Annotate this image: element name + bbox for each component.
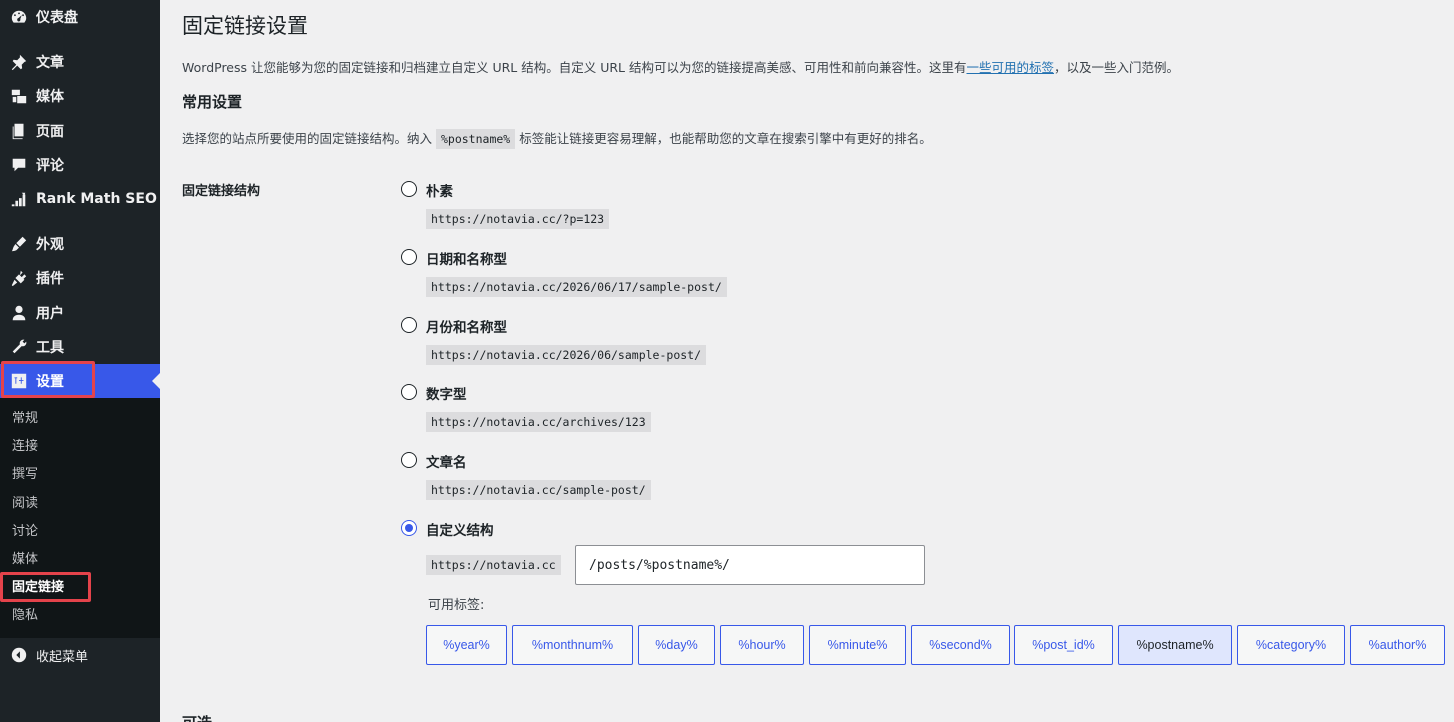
intro-text-after: ，以及一些入门范例。: [1054, 60, 1180, 75]
menu-item-appearance[interactable]: 外观: [0, 227, 160, 261]
submenu-item-media[interactable]: 媒体: [12, 546, 38, 574]
custom-structure-input[interactable]: [575, 545, 925, 585]
option-label[interactable]: 自定义结构: [426, 519, 494, 539]
plugin-icon: [0, 269, 36, 287]
option-label[interactable]: 月份和名称型: [426, 316, 507, 336]
radio-day-name[interactable]: [401, 249, 417, 265]
option-example: https://notavia.cc/2026/06/sample-post/: [426, 345, 707, 365]
menu-item-comments[interactable]: 评论: [0, 148, 160, 182]
menu-label: 工具: [36, 340, 64, 356]
menu-item-media[interactable]: 媒体: [0, 79, 160, 113]
menu-label: 文章: [36, 55, 64, 71]
menu-item-users[interactable]: 用户: [0, 296, 160, 330]
submenu-item-connection[interactable]: 连接: [12, 433, 38, 461]
tag-button-second[interactable]: %second%: [911, 625, 1010, 665]
menu-label: 评论: [36, 158, 64, 174]
menu-label: 外观: [36, 237, 64, 253]
rank-math-icon: [0, 190, 36, 208]
tag-button-day[interactable]: %day%: [638, 625, 715, 665]
pin-icon: [0, 53, 36, 71]
menu-label: 设置: [36, 374, 64, 390]
intro-text: WordPress 让您能够为您的固定链接和归档建立自定义 URL 结构。自定义…: [182, 57, 1179, 76]
postname-code: %postname%: [435, 129, 516, 149]
comment-icon: [0, 156, 36, 174]
menu-item-settings[interactable]: 设置: [0, 364, 160, 398]
option-example: https://notavia.cc/sample-post/: [426, 480, 651, 500]
tag-button-year[interactable]: %year%: [426, 625, 507, 665]
menu-label: 仪表盘: [36, 10, 78, 26]
available-tags-link[interactable]: 一些可用的标签: [967, 60, 1055, 75]
option-example: https://notavia.cc/?p=123: [426, 209, 610, 229]
radio-custom[interactable]: [401, 520, 417, 536]
submenu-item-privacy[interactable]: 隐私: [12, 602, 38, 630]
brush-icon: [0, 235, 36, 253]
permalink-structure-label: 固定链接结构: [182, 184, 261, 199]
user-icon: [0, 304, 36, 322]
option-label[interactable]: 文章名: [426, 451, 467, 471]
submenu-item-writing[interactable]: 撰写: [12, 461, 38, 489]
option-example: https://notavia.cc/archives/123: [426, 412, 651, 432]
dashboard-icon: [0, 8, 36, 26]
settings-icon: [0, 372, 36, 390]
tag-button-minute[interactable]: %minute%: [809, 625, 906, 665]
wrench-icon: [0, 338, 36, 356]
submenu-item-permalinks[interactable]: 固定链接: [12, 574, 64, 602]
menu-label: 收起菜单: [36, 649, 89, 665]
optional-heading: 可选: [182, 712, 212, 722]
menu-label: 页面: [36, 124, 64, 140]
desc-after: 标签能让链接更容易理解，也能帮助您的文章在搜索引擎中有更好的排名。: [515, 131, 932, 146]
menu-item-posts[interactable]: 文章: [0, 45, 160, 79]
radio-month-name[interactable]: [401, 317, 417, 333]
option-label[interactable]: 朴素: [426, 180, 453, 200]
option-label[interactable]: 数字型: [426, 383, 467, 403]
collapse-menu-button[interactable]: 收起菜单: [0, 638, 160, 672]
menu-item-dashboard[interactable]: 仪表盘: [0, 0, 160, 34]
submenu-item-reading[interactable]: 阅读: [12, 490, 38, 518]
menu-label: 用户: [36, 306, 64, 322]
submenu-item-discussion[interactable]: 讨论: [12, 518, 38, 546]
radio-post-name[interactable]: [401, 452, 417, 468]
desc-before: 选择您的站点所要使用的固定链接结构。纳入: [182, 131, 436, 146]
option-example: https://notavia.cc/2026/06/17/sample-pos…: [426, 277, 727, 297]
submenu-item-general[interactable]: 常规: [12, 405, 38, 433]
page-icon: [0, 122, 36, 140]
tag-button-hour[interactable]: %hour%: [720, 625, 804, 665]
radio-plain[interactable]: [401, 181, 417, 197]
collapse-icon: [0, 646, 36, 664]
intro-text-before: WordPress 让您能够为您的固定链接和归档建立自定义 URL 结构。自定义…: [182, 60, 967, 75]
settings-submenu: 常规 连接 撰写 阅读 讨论 媒体 固定链接 隐私: [0, 398, 160, 638]
page-title: 固定链接设置: [182, 14, 308, 38]
tag-button-post-id[interactable]: %post_id%: [1014, 625, 1113, 665]
custom-structure-prefix: https://notavia.cc: [426, 555, 561, 575]
tag-button-category[interactable]: %category%: [1237, 625, 1345, 665]
admin-sidebar: 仪表盘 文章 媒体 页面 评论 Rank Math SEO 外观 插件 用户 工…: [0, 0, 160, 722]
tag-button-postname[interactable]: %postname%: [1118, 625, 1232, 665]
menu-item-rank-math[interactable]: Rank Math SEO: [0, 182, 160, 216]
tag-button-author[interactable]: %author%: [1350, 625, 1445, 665]
menu-item-pages[interactable]: 页面: [0, 114, 160, 148]
menu-label: Rank Math SEO: [36, 191, 157, 207]
available-tags-label: 可用标签:: [428, 598, 485, 613]
tag-button-monthnum[interactable]: %monthnum%: [512, 625, 633, 665]
menu-label: 插件: [36, 271, 64, 287]
menu-item-plugins[interactable]: 插件: [0, 261, 160, 295]
menu-label: 媒体: [36, 89, 64, 105]
common-settings-description: 选择您的站点所要使用的固定链接结构。纳入 %postname% 标签能让链接更容…: [182, 128, 932, 149]
media-icon: [0, 87, 36, 105]
radio-numeric[interactable]: [401, 384, 417, 400]
menu-item-tools[interactable]: 工具: [0, 330, 160, 364]
option-label[interactable]: 日期和名称型: [426, 248, 507, 268]
common-settings-heading: 常用设置: [182, 93, 243, 111]
